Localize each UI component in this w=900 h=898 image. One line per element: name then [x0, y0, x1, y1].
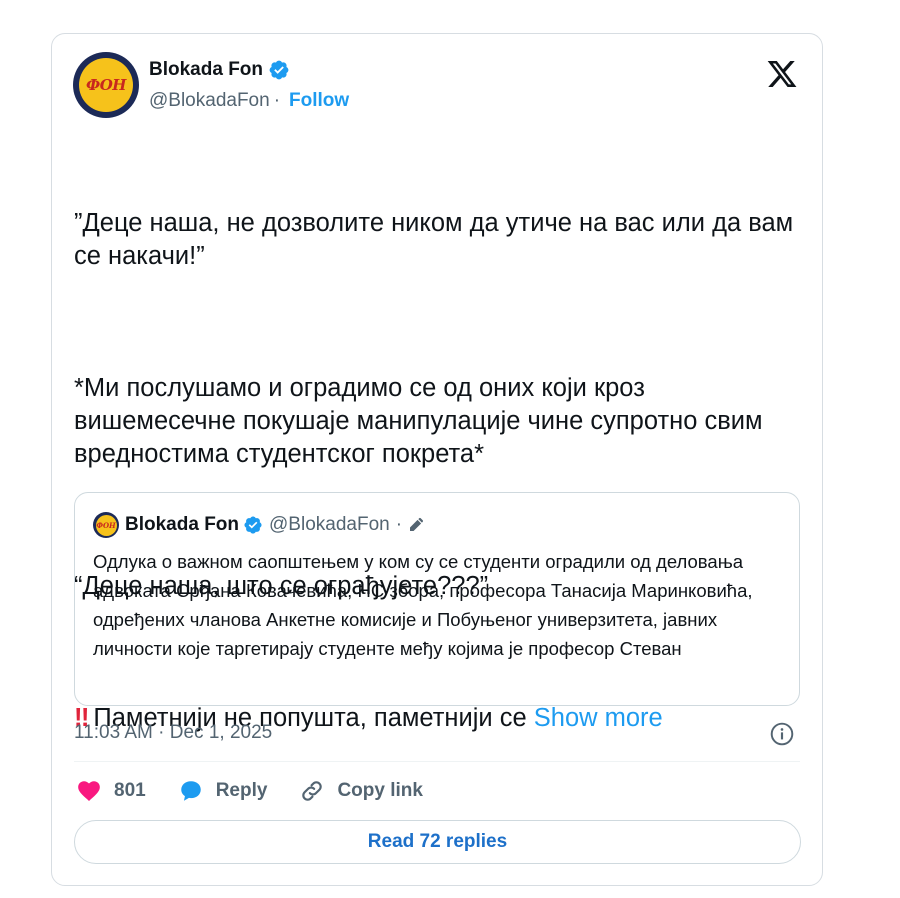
- quoted-author-avatar: ФОН: [93, 512, 119, 538]
- tweet-timestamp[interactable]: 11:03 AM · Dec 1, 2025: [74, 722, 272, 744]
- tweet-time: 11:03 AM: [74, 722, 153, 743]
- show-more-link[interactable]: Show more: [534, 704, 663, 732]
- quoted-tweet-header: ФОН Blokada Fon @BlokadaFon ·: [93, 512, 425, 538]
- heart-icon: [78, 781, 100, 801]
- tweet-date: Dec 1, 2025: [169, 722, 273, 743]
- author-handle[interactable]: @BlokadaFon: [149, 90, 270, 112]
- tweet-paragraph-1: ”Деце наша, не дозволите ником да утиче …: [74, 209, 801, 270]
- read-replies-button[interactable]: Read 72 replies: [74, 820, 801, 864]
- reply-bubble-icon: [180, 781, 201, 801]
- tweet-paragraph-2: *Ми послушамо и оградимо се од оних који…: [74, 374, 770, 468]
- separator-dot: ·: [273, 90, 281, 111]
- tweet-card: ФОН Blokada Fon @BlokadaFon · Follow ”Де…: [51, 33, 823, 886]
- author-name-row: Blokada Fon: [149, 59, 290, 81]
- quoted-verified-badge-icon: [244, 516, 262, 534]
- like-button[interactable]: 801: [76, 778, 146, 804]
- x-logo-icon[interactable]: [766, 58, 798, 90]
- quoted-tweet-text: Одлука о важном саопштењем у ком су се с…: [93, 551, 753, 659]
- verified-badge-icon: [269, 60, 289, 80]
- edited-pencil-icon: [410, 517, 424, 531]
- quoted-tweet[interactable]: ФОН Blokada Fon @BlokadaFon · Одлука о в…: [74, 492, 800, 706]
- copy-link-button[interactable]: Copy link: [299, 778, 423, 804]
- avatar-logo: ФОН: [79, 58, 133, 112]
- info-icon[interactable]: [769, 721, 795, 747]
- quoted-author-handle: @BlokadaFon: [269, 514, 390, 535]
- link-icon: [302, 781, 323, 801]
- copy-link-label: Copy link: [337, 780, 423, 801]
- reply-button[interactable]: Reply: [178, 778, 268, 804]
- quoted-separator-dot: ·: [395, 514, 403, 535]
- like-count: 801: [114, 780, 146, 801]
- quoted-avatar-logo: ФОН: [95, 514, 117, 536]
- author-name[interactable]: Blokada Fon: [149, 59, 263, 81]
- quoted-author-name: Blokada Fon: [125, 514, 240, 535]
- reply-label: Reply: [215, 780, 268, 801]
- follow-button[interactable]: Follow: [289, 90, 349, 112]
- tweet-actions: 801 Reply Copy link: [76, 778, 455, 804]
- timestamp-separator: ·: [158, 722, 165, 743]
- author-avatar[interactable]: ФОН: [73, 52, 139, 118]
- divider: [74, 761, 800, 762]
- author-handle-row: @BlokadaFon · Follow: [149, 90, 349, 112]
